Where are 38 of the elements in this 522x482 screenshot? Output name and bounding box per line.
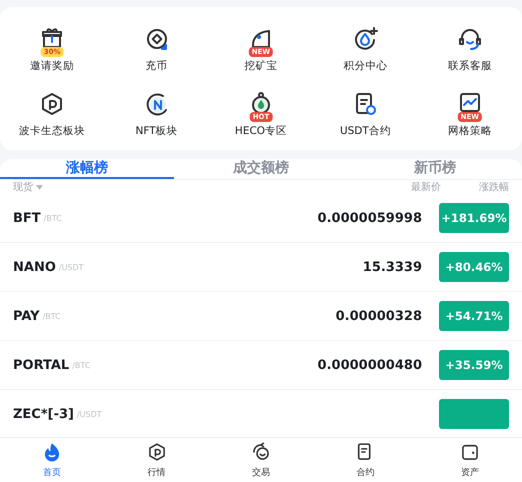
change-badge: +80.46% <box>439 252 509 282</box>
pair: /USDT <box>58 262 84 272</box>
shortcut-label[interactable]: 积分中心 <box>343 59 388 73</box>
pair: /BTC <box>72 360 90 370</box>
column-header: 最新价 <box>411 180 441 194</box>
change-badge: +54.71% <box>439 301 509 331</box>
nav-label[interactable]: 行情 <box>148 466 166 479</box>
pair: /BTC <box>44 214 62 222</box>
nav-label[interactable]: 合约 <box>356 466 374 479</box>
shortcut-label[interactable]: HECO专区 <box>234 124 288 138</box>
shortcut-label[interactable]: NFT板块 <box>136 124 178 138</box>
column-header: 涨跌幅 <box>479 180 509 194</box>
shortcut-label[interactable]: USDT合约 <box>340 124 391 138</box>
price: 0.0000000480 <box>318 358 422 372</box>
symbol: PORTAL <box>13 358 70 372</box>
tab[interactable]: 涨幅榜 <box>0 159 174 179</box>
symbol: BFT <box>13 210 41 226</box>
shortcut-label[interactable]: 联系客服 <box>448 59 492 73</box>
symbol: NANO <box>13 260 56 274</box>
pair: /BTC <box>42 312 61 320</box>
shortcut-label[interactable]: 网格策略 <box>448 124 492 138</box>
shortcut-label[interactable]: 充币 <box>146 59 168 73</box>
price: 0.0000059998 <box>318 210 422 226</box>
change-badge <box>439 399 509 429</box>
nav-label[interactable]: 交易 <box>252 466 270 479</box>
price: 0.00000328 <box>336 308 422 324</box>
change-badge: +35.59% <box>439 350 509 380</box>
change-badge: +181.69% <box>439 203 509 233</box>
shortcut-label[interactable]: 挖矿宝 <box>244 59 278 73</box>
shortcut-label[interactable]: 邀请奖励 <box>30 59 74 73</box>
shortcut-label[interactable]: 波卡生态板块 <box>19 124 86 138</box>
symbol: PAY <box>13 308 40 324</box>
nav-label[interactable]: 首页 <box>43 466 62 479</box>
symbol: ZEC*[-3] <box>13 406 74 422</box>
price: 15.3339 <box>362 260 422 274</box>
caret-icon <box>36 184 43 190</box>
nav-label[interactable]: 资产 <box>460 466 479 479</box>
pair: /USDT <box>76 410 102 418</box>
